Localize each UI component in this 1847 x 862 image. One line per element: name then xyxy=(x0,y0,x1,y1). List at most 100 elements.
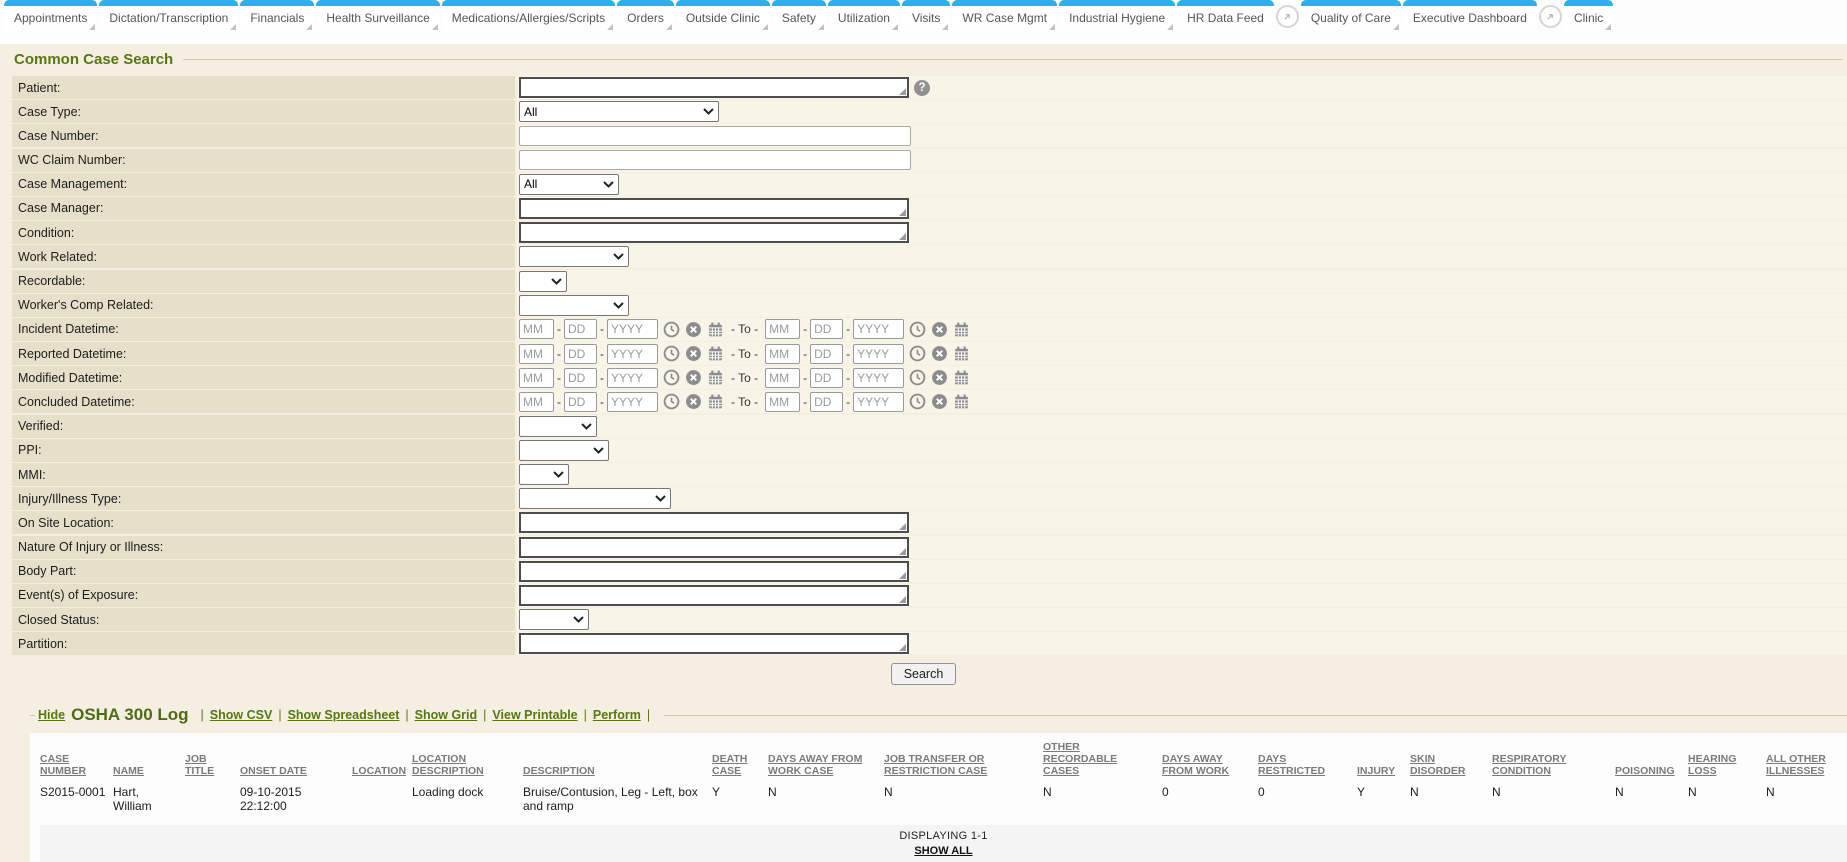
calendar-icon[interactable] xyxy=(707,345,724,362)
column-header-days-away-from-work[interactable]: DAYS AWAY FROM WORK xyxy=(1162,739,1258,781)
clear-icon[interactable] xyxy=(931,321,948,338)
case-type-select[interactable]: All xyxy=(519,101,719,122)
nature-of-injury-input[interactable] xyxy=(519,537,909,558)
column-header-onset-date[interactable]: ONSET DATE xyxy=(240,739,352,781)
closed-status-select[interactable] xyxy=(519,609,589,630)
view-printable-link[interactable]: View Printable xyxy=(492,708,577,722)
incident-to-dd-input[interactable] xyxy=(810,319,843,339)
clear-icon[interactable] xyxy=(931,345,948,362)
tab-dictation-transcription[interactable]: Dictation/Transcription xyxy=(99,0,238,31)
injury-illness-type-select[interactable] xyxy=(519,488,671,509)
clock-icon[interactable] xyxy=(663,345,680,362)
show-csv-link[interactable]: Show CSV xyxy=(210,708,273,722)
tab-executive-dashboard[interactable]: Executive Dashboard xyxy=(1403,0,1537,31)
incident-from-mm-input[interactable] xyxy=(519,319,554,339)
mmi-select[interactable] xyxy=(519,464,569,485)
calendar-icon[interactable] xyxy=(707,393,724,410)
column-header-respiratory-condition[interactable]: RESPIRATORY CONDITION xyxy=(1492,739,1615,781)
body-part-input[interactable] xyxy=(519,561,909,582)
incident-to-mm-input[interactable] xyxy=(765,319,800,339)
clock-icon[interactable] xyxy=(909,345,926,362)
column-header-job-title[interactable]: JOB TITLE xyxy=(185,739,240,781)
tab-hr-data-feed[interactable]: HR Data Feed xyxy=(1177,0,1274,31)
reported-from-dd-input[interactable] xyxy=(564,344,597,364)
condition-input[interactable] xyxy=(519,222,909,243)
tab-outside-clinic[interactable]: Outside Clinic xyxy=(676,0,770,31)
tab-medications-allergies-scripts[interactable]: Medications/Allergies/Scripts xyxy=(442,0,615,31)
calendar-icon[interactable] xyxy=(953,369,970,386)
patient-input[interactable] xyxy=(519,77,909,98)
incident-from-yyyy-input[interactable] xyxy=(607,319,658,339)
search-button[interactable]: Search xyxy=(891,663,957,685)
recordable-select[interactable] xyxy=(519,271,567,292)
events-of-exposure-input[interactable] xyxy=(519,585,909,606)
concluded-from-dd-input[interactable] xyxy=(564,392,597,412)
show-all-link[interactable]: SHOW ALL xyxy=(40,845,1847,857)
case-management-select[interactable]: All xyxy=(519,174,619,195)
reported-from-mm-input[interactable] xyxy=(519,344,554,364)
external-link-icon[interactable] xyxy=(1276,5,1299,28)
clear-icon[interactable] xyxy=(685,369,702,386)
tab-safety[interactable]: Safety xyxy=(772,0,826,31)
clock-icon[interactable] xyxy=(909,393,926,410)
calendar-icon[interactable] xyxy=(953,321,970,338)
tab-orders[interactable]: Orders xyxy=(617,0,674,31)
case-number-input[interactable] xyxy=(519,126,911,146)
clock-icon[interactable] xyxy=(663,369,680,386)
clear-icon[interactable] xyxy=(685,321,702,338)
concluded-to-mm-input[interactable] xyxy=(765,392,800,412)
calendar-icon[interactable] xyxy=(707,369,724,386)
tab-quality-of-care[interactable]: Quality of Care xyxy=(1301,0,1401,31)
calendar-icon[interactable] xyxy=(707,321,724,338)
reported-to-dd-input[interactable] xyxy=(810,344,843,364)
tab-clinic[interactable]: Clinic xyxy=(1564,0,1613,31)
column-header-injury[interactable]: INJURY xyxy=(1357,739,1410,781)
concluded-from-yyyy-input[interactable] xyxy=(607,392,658,412)
partition-input[interactable] xyxy=(519,633,909,654)
perform-link[interactable]: Perform xyxy=(593,708,641,722)
column-header-job-transfer-or-restriction-case[interactable]: JOB TRANSFER OR RESTRICTION CASE xyxy=(884,739,1043,781)
column-header-poisoning[interactable]: POISONING xyxy=(1615,739,1688,781)
concluded-from-mm-input[interactable] xyxy=(519,392,554,412)
modified-to-dd-input[interactable] xyxy=(810,368,843,388)
modified-from-dd-input[interactable] xyxy=(564,368,597,388)
column-header-location[interactable]: LOCATION xyxy=(352,739,412,781)
column-header-days-away-from-work-case[interactable]: DAYS AWAY FROM WORK CASE xyxy=(768,739,884,781)
calendar-icon[interactable] xyxy=(953,345,970,362)
external-link-icon[interactable] xyxy=(1539,5,1562,28)
show-spreadsheet-link[interactable]: Show Spreadsheet xyxy=(288,708,400,722)
wc-claim-number-input[interactable] xyxy=(519,150,911,170)
clock-icon[interactable] xyxy=(663,321,680,338)
column-header-location-description[interactable]: LOCATION DESCRIPTION xyxy=(412,739,523,781)
tab-health-surveillance[interactable]: Health Surveillance xyxy=(316,0,439,31)
column-header-skin-disorder[interactable]: SKIN DISORDER xyxy=(1410,739,1492,781)
show-grid-link[interactable]: Show Grid xyxy=(415,708,478,722)
column-header-name[interactable]: NAME xyxy=(113,739,185,781)
concluded-to-dd-input[interactable] xyxy=(810,392,843,412)
workers-comp-related-select[interactable] xyxy=(519,295,629,316)
modified-from-mm-input[interactable] xyxy=(519,368,554,388)
modified-to-yyyy-input[interactable] xyxy=(853,368,904,388)
incident-from-dd-input[interactable] xyxy=(564,319,597,339)
tab-appointments[interactable]: Appointments xyxy=(4,0,97,31)
clock-icon[interactable] xyxy=(909,369,926,386)
calendar-icon[interactable] xyxy=(953,393,970,410)
work-related-select[interactable] xyxy=(519,246,629,267)
reported-to-mm-input[interactable] xyxy=(765,344,800,364)
column-header-other-recordable-cases[interactable]: OTHER RECORDABLE CASES xyxy=(1043,739,1162,781)
clear-icon[interactable] xyxy=(685,393,702,410)
incident-to-yyyy-input[interactable] xyxy=(853,319,904,339)
tab-financials[interactable]: Financials xyxy=(240,0,314,31)
column-header-description[interactable]: DESCRIPTION xyxy=(523,739,712,781)
tab-utilization[interactable]: Utilization xyxy=(828,0,900,31)
case-manager-input[interactable] xyxy=(519,198,909,219)
modified-to-mm-input[interactable] xyxy=(765,368,800,388)
clear-icon[interactable] xyxy=(931,393,948,410)
verified-select[interactable] xyxy=(519,416,597,437)
reported-to-yyyy-input[interactable] xyxy=(853,344,904,364)
tab-industrial-hygiene[interactable]: Industrial Hygiene xyxy=(1059,0,1175,31)
concluded-to-yyyy-input[interactable] xyxy=(853,392,904,412)
reported-from-yyyy-input[interactable] xyxy=(607,344,658,364)
help-icon[interactable]: ? xyxy=(914,80,930,96)
hide-link[interactable]: Hide xyxy=(38,708,65,722)
